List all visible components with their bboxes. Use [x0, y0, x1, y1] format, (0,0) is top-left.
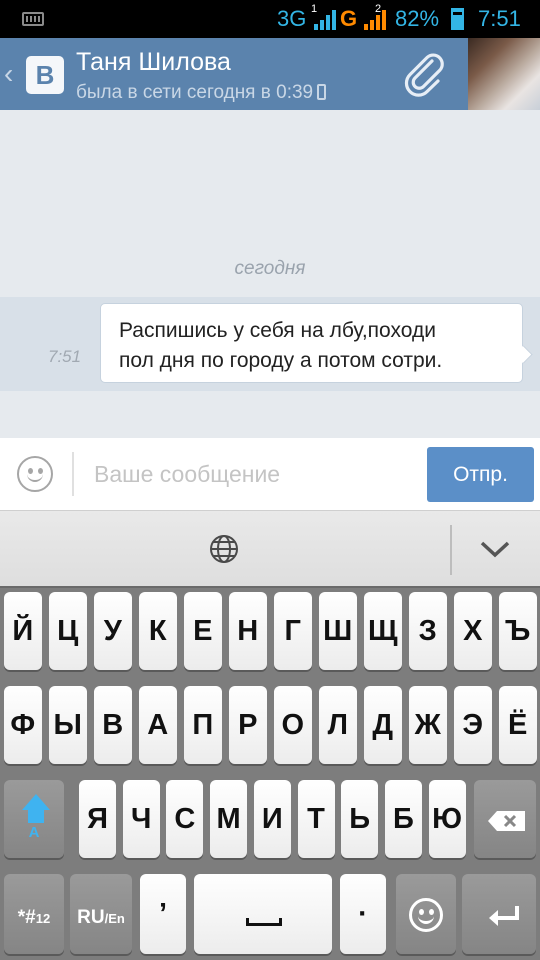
- contact-avatar[interactable]: [468, 38, 540, 110]
- toolbar-divider: [450, 525, 452, 575]
- key-row1-9[interactable]: З: [409, 592, 447, 670]
- date-separator: сегодня: [234, 258, 306, 279]
- key-row2-4[interactable]: П: [184, 686, 222, 764]
- shift-key[interactable]: A: [4, 780, 64, 858]
- status-bar: 3G 1 G 2 82% 7:51: [0, 0, 540, 38]
- key-row3-3[interactable]: М: [210, 780, 248, 858]
- space-icon: [246, 918, 282, 926]
- key-row1-1[interactable]: Ц: [49, 592, 87, 670]
- comma-key[interactable]: ’: [140, 874, 186, 954]
- key-row2-5[interactable]: Р: [229, 686, 267, 764]
- backspace-key[interactable]: [474, 780, 536, 858]
- shift-label: A: [28, 824, 40, 841]
- key-row2-6[interactable]: О: [274, 686, 312, 764]
- backspace-icon: [488, 811, 525, 831]
- key-row1-11[interactable]: Ъ: [499, 592, 537, 670]
- key-row3-0[interactable]: Я: [79, 780, 116, 858]
- symbols-key[interactable]: *#12: [4, 874, 64, 954]
- key-row2-3[interactable]: А: [139, 686, 177, 764]
- key-row1-5[interactable]: Н: [229, 592, 267, 670]
- message-input[interactable]: [94, 458, 414, 490]
- network-type-2: G: [340, 6, 358, 31]
- key-row2-0[interactable]: Ф: [4, 686, 42, 764]
- chevron-down-icon[interactable]: [478, 537, 512, 561]
- key-row1-4[interactable]: Е: [184, 592, 222, 670]
- chat-area: сегодня 7:51 Распишись у себя на лбу,пох…: [0, 110, 540, 438]
- network-type: 3G: [277, 6, 307, 31]
- key-row2-2[interactable]: В: [94, 686, 132, 764]
- key-row3-5[interactable]: Т: [297, 780, 335, 858]
- key-row3-1[interactable]: Ч: [122, 780, 160, 858]
- key-row1-8[interactable]: Щ: [364, 592, 402, 670]
- signal-icon-2: [364, 10, 386, 30]
- signal-icon: [314, 10, 336, 30]
- key-row1-3[interactable]: К: [139, 592, 177, 670]
- key-row3-6[interactable]: Ь: [341, 780, 379, 858]
- message-row[interactable]: 7:51 Распишись у себя на лбу,походи пол …: [0, 297, 540, 391]
- emoji-key[interactable]: [396, 874, 456, 954]
- message-text-line-2: пол дня по городу а потом сотри.: [119, 349, 443, 372]
- globe-icon[interactable]: [208, 533, 240, 565]
- language-label: RU/En: [77, 907, 125, 928]
- message-bubble[interactable]: Распишись у себя на лбу,походи пол дня п…: [100, 303, 523, 383]
- key-row3-7[interactable]: Б: [384, 780, 422, 858]
- key-row2-9[interactable]: Ж: [409, 686, 447, 764]
- enter-key[interactable]: [462, 874, 536, 954]
- contact-last-seen: была в сети сегодня в 0:39: [76, 82, 327, 104]
- symbols-sub: 12: [35, 911, 51, 926]
- key-row1-6[interactable]: Г: [274, 592, 312, 670]
- period-key[interactable]: ·: [340, 874, 386, 954]
- key-row2-11[interactable]: Ё: [499, 686, 537, 764]
- key-row3-4[interactable]: И: [253, 780, 291, 858]
- battery-percent: 82%: [395, 6, 440, 31]
- symbols-label: *#12: [18, 907, 50, 928]
- enter-icon: [489, 906, 519, 926]
- key-row2-8[interactable]: Д: [364, 686, 402, 764]
- message-text-line-1: Распишись у себя на лбу,походи: [119, 319, 436, 342]
- key-row1-10[interactable]: Х: [454, 592, 492, 670]
- shift-stem: [28, 809, 44, 823]
- key-row1-2[interactable]: У: [94, 592, 132, 670]
- smiley-key-icon: [409, 898, 443, 932]
- message-time: 7:51: [48, 347, 82, 366]
- shift-arrow-icon: [22, 794, 50, 810]
- soft-keyboard: A *#12 RU/En ’ · ЙЦУКЕНГШЩЗХЪ ФЫВАПРОЛДЖЭ…: [0, 586, 540, 960]
- language-sub: /En: [104, 911, 125, 926]
- paperclip-icon[interactable]: [402, 52, 448, 98]
- message-composer: Отпр.: [0, 438, 540, 510]
- key-row3-8[interactable]: Ю: [428, 780, 466, 858]
- space-key[interactable]: [194, 874, 332, 954]
- contact-name[interactable]: Таня Шилова: [76, 48, 231, 77]
- clock: 7:51: [478, 6, 521, 31]
- chat-header: ‹ B Таня Шилова была в сети сегодня в 0:…: [0, 38, 540, 110]
- chevron-left-icon[interactable]: ‹: [4, 58, 13, 90]
- last-seen-text: была в сети сегодня в 0:39: [76, 82, 314, 103]
- send-button[interactable]: Отпр.: [427, 447, 534, 502]
- composer-divider: [72, 452, 74, 496]
- vk-logo[interactable]: B: [26, 56, 64, 94]
- key-row2-1[interactable]: Ы: [49, 686, 87, 764]
- keyboard-toolbar: [0, 510, 540, 586]
- language-key[interactable]: RU/En: [70, 874, 132, 954]
- symbols-text: *#: [17, 907, 36, 928]
- smiley-icon[interactable]: [17, 456, 53, 492]
- battery-icon: [451, 8, 464, 30]
- key-row3-2[interactable]: С: [166, 780, 204, 858]
- key-row1-0[interactable]: Й: [4, 592, 42, 670]
- phone-icon: [317, 84, 327, 100]
- key-row1-7[interactable]: Ш: [319, 592, 357, 670]
- language-text: RU: [77, 907, 105, 928]
- key-row2-10[interactable]: Э: [454, 686, 492, 764]
- keyboard-notification-icon: [22, 12, 44, 26]
- key-row2-7[interactable]: Л: [319, 686, 357, 764]
